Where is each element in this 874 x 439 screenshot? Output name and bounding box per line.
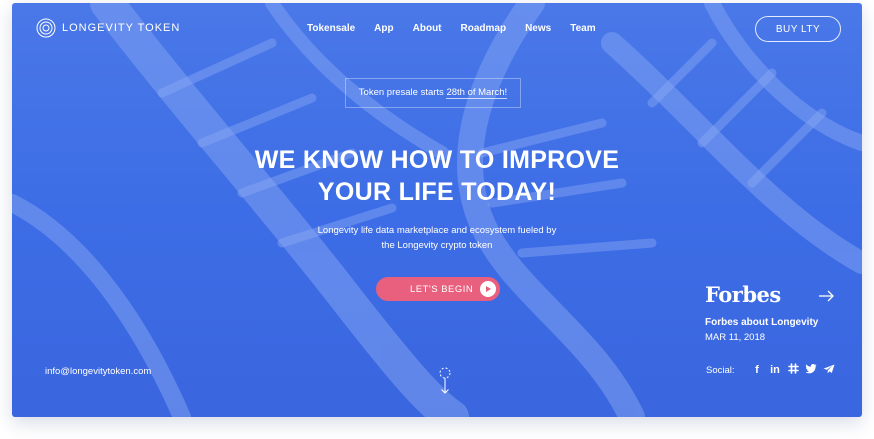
headline-line-2: YOUR LIFE TODAY! xyxy=(317,178,557,206)
nav-item-news[interactable]: News xyxy=(525,23,551,34)
twitter-icon[interactable] xyxy=(802,363,820,377)
play-icon xyxy=(480,281,496,297)
subtitle-line-2: the Longevity crypto token xyxy=(381,240,493,251)
lets-begin-button[interactable]: LET'S BEGIN xyxy=(376,277,500,301)
arrow-right-icon[interactable] xyxy=(818,290,834,302)
facebook-icon[interactable]: f xyxy=(748,364,766,376)
lets-begin-label: LET'S BEGIN xyxy=(410,283,474,295)
presale-prefix: Token presale starts xyxy=(358,87,447,98)
main-nav: Tokensale App About Roadmap News Team xyxy=(307,23,615,34)
dna-background xyxy=(12,3,862,417)
presale-text: Token presale starts 28th of March! xyxy=(346,87,520,99)
press-date: MAR 11, 2018 xyxy=(705,332,766,343)
hero-section: LONGEVITY TOKEN Tokensale App About Road… xyxy=(12,3,862,417)
social-label: Social: xyxy=(706,365,735,376)
presale-date: 28th of March! xyxy=(446,87,508,99)
hero-headline: WE KNOW HOW TO IMPROVE YOUR LIFE TODAY! xyxy=(12,144,862,208)
nav-item-team[interactable]: Team xyxy=(570,23,595,34)
brand-name: LONGEVITY TOKEN xyxy=(62,22,181,34)
brand-logo[interactable]: LONGEVITY TOKEN xyxy=(36,18,180,38)
subtitle-line-1: Longevity life data marketplace and ecos… xyxy=(317,225,557,236)
press-title-link[interactable]: Forbes about Longevity xyxy=(705,317,818,328)
forbes-logo: Forbes xyxy=(705,282,781,307)
hero-subtitle: Longevity life data marketplace and ecos… xyxy=(12,223,862,253)
telegram-icon[interactable] xyxy=(820,364,838,377)
concentric-circles-logo-icon xyxy=(36,18,56,38)
nav-item-tokensale[interactable]: Tokensale xyxy=(307,23,355,34)
headline-line-1: WE KNOW HOW TO IMPROVE xyxy=(254,146,620,174)
nav-item-app[interactable]: App xyxy=(374,23,393,34)
nav-item-about[interactable]: About xyxy=(413,23,442,34)
slack-icon[interactable] xyxy=(784,363,802,377)
nav-item-roadmap[interactable]: Roadmap xyxy=(461,23,507,34)
scroll-down-icon[interactable] xyxy=(438,367,452,395)
presale-banner: Token presale starts 28th of March! xyxy=(345,78,521,108)
contact-email-link[interactable]: info@longevitytoken.com xyxy=(45,366,151,377)
linkedin-icon[interactable]: in xyxy=(766,364,784,376)
social-links: f in xyxy=(748,363,838,377)
buy-lty-button[interactable]: BUY LTY xyxy=(755,16,841,42)
